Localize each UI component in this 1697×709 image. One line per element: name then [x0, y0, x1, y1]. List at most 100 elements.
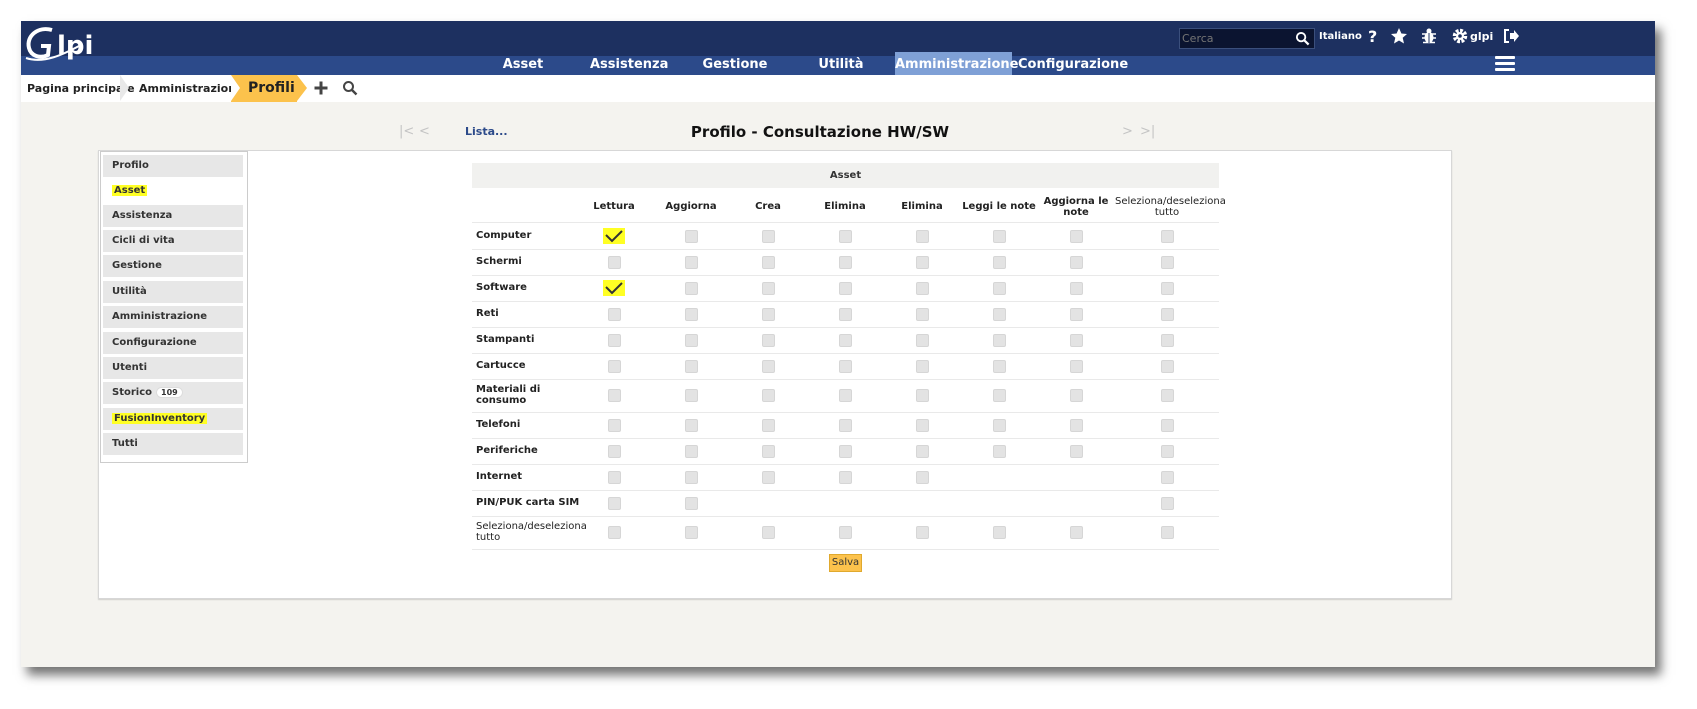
- checkbox[interactable]: [1161, 389, 1174, 402]
- checkbox[interactable]: [685, 360, 698, 373]
- gear-icon[interactable]: [1451, 27, 1469, 45]
- user-name[interactable]: glpi: [1470, 30, 1493, 43]
- tab-utilita[interactable]: Utilità: [103, 281, 243, 303]
- checkbox[interactable]: [839, 308, 852, 321]
- next-page-icon[interactable]: >: [1122, 124, 1133, 139]
- checkbox[interactable]: [916, 445, 929, 458]
- checkbox[interactable]: [1161, 360, 1174, 373]
- checkbox[interactable]: [608, 526, 621, 539]
- plus-icon[interactable]: [313, 80, 329, 96]
- checkbox[interactable]: [608, 308, 621, 321]
- checkbox[interactable]: [839, 360, 852, 373]
- search-icon[interactable]: [342, 80, 358, 96]
- tab-amministrazione[interactable]: Amministrazione: [103, 306, 243, 328]
- star-icon[interactable]: [1390, 27, 1408, 45]
- checkbox[interactable]: [839, 471, 852, 484]
- checkbox[interactable]: [608, 334, 621, 347]
- checkbox[interactable]: [993, 445, 1006, 458]
- checkbox[interactable]: [839, 526, 852, 539]
- checkbox[interactable]: [1070, 419, 1083, 432]
- checkbox[interactable]: [993, 334, 1006, 347]
- checkbox[interactable]: [608, 497, 621, 510]
- checkbox[interactable]: [839, 419, 852, 432]
- checkbox[interactable]: [916, 308, 929, 321]
- checkbox[interactable]: [1070, 360, 1083, 373]
- checkbox-checked-icon[interactable]: [603, 280, 625, 296]
- checkbox[interactable]: [1070, 282, 1083, 295]
- checkbox[interactable]: [916, 471, 929, 484]
- checkbox[interactable]: [1161, 308, 1174, 321]
- checkbox[interactable]: [993, 282, 1006, 295]
- checkbox[interactable]: [916, 334, 929, 347]
- checkbox[interactable]: [1070, 389, 1083, 402]
- checkbox[interactable]: [839, 389, 852, 402]
- checkbox[interactable]: [1161, 282, 1174, 295]
- logout-icon[interactable]: [1502, 27, 1520, 45]
- checkbox[interactable]: [916, 389, 929, 402]
- checkbox[interactable]: [839, 256, 852, 269]
- checkbox[interactable]: [839, 334, 852, 347]
- checkbox[interactable]: [762, 471, 775, 484]
- checkbox[interactable]: [762, 230, 775, 243]
- last-page-icon[interactable]: >|: [1140, 124, 1155, 139]
- checkbox[interactable]: [1161, 445, 1174, 458]
- checkbox[interactable]: [762, 282, 775, 295]
- checkbox[interactable]: [762, 308, 775, 321]
- checkbox[interactable]: [993, 526, 1006, 539]
- tab-profilo[interactable]: Profilo: [103, 155, 243, 177]
- checkbox[interactable]: [1070, 256, 1083, 269]
- checkbox[interactable]: [685, 471, 698, 484]
- checkbox[interactable]: [1070, 445, 1083, 458]
- checkbox[interactable]: [1161, 334, 1174, 347]
- search-box[interactable]: [1179, 28, 1315, 49]
- tab-gestione[interactable]: Gestione: [103, 255, 243, 277]
- checkbox[interactable]: [608, 256, 621, 269]
- checkbox[interactable]: [1161, 526, 1174, 539]
- checkbox[interactable]: [839, 282, 852, 295]
- help-icon[interactable]: ?: [1364, 27, 1382, 45]
- search-icon[interactable]: [1295, 31, 1310, 46]
- checkbox[interactable]: [916, 360, 929, 373]
- checkbox[interactable]: [993, 389, 1006, 402]
- checkbox[interactable]: [1161, 230, 1174, 243]
- checkbox[interactable]: [916, 282, 929, 295]
- checkbox[interactable]: [993, 360, 1006, 373]
- checkbox[interactable]: [608, 389, 621, 402]
- checkbox[interactable]: [1161, 497, 1174, 510]
- tab-storico[interactable]: Storico 109: [103, 382, 243, 404]
- checkbox[interactable]: [1070, 230, 1083, 243]
- checkbox[interactable]: [685, 497, 698, 510]
- search-input[interactable]: [1182, 30, 1292, 46]
- checkbox[interactable]: [916, 419, 929, 432]
- checkbox[interactable]: [839, 445, 852, 458]
- checkbox[interactable]: [1161, 419, 1174, 432]
- checkbox[interactable]: [685, 445, 698, 458]
- checkbox[interactable]: [762, 526, 775, 539]
- checkbox[interactable]: [1070, 334, 1083, 347]
- checkbox[interactable]: [916, 526, 929, 539]
- checkbox[interactable]: [1070, 308, 1083, 321]
- save-button[interactable]: Salva: [829, 554, 862, 572]
- language-selector[interactable]: Italiano: [1319, 31, 1362, 42]
- bug-icon[interactable]: [1420, 27, 1438, 45]
- glpi-logo[interactable]: lpi: [24, 24, 119, 72]
- checkbox[interactable]: [685, 308, 698, 321]
- tab-asset[interactable]: Asset: [103, 180, 243, 202]
- tab-configurazione[interactable]: Configurazione: [103, 332, 243, 354]
- tab-tutti[interactable]: Tutti: [103, 433, 243, 455]
- breadcrumb-home[interactable]: Pagina principale: [27, 75, 135, 102]
- checkbox[interactable]: [685, 256, 698, 269]
- checkbox[interactable]: [685, 419, 698, 432]
- checkbox[interactable]: [608, 471, 621, 484]
- checkbox[interactable]: [762, 445, 775, 458]
- checkbox[interactable]: [608, 445, 621, 458]
- checkbox[interactable]: [685, 230, 698, 243]
- checkbox[interactable]: [916, 230, 929, 243]
- checkbox[interactable]: [685, 389, 698, 402]
- tab-utenti[interactable]: Utenti: [103, 357, 243, 379]
- checkbox[interactable]: [762, 334, 775, 347]
- checkbox[interactable]: [762, 256, 775, 269]
- checkbox[interactable]: [993, 419, 1006, 432]
- checkbox[interactable]: [762, 389, 775, 402]
- checkbox[interactable]: [685, 334, 698, 347]
